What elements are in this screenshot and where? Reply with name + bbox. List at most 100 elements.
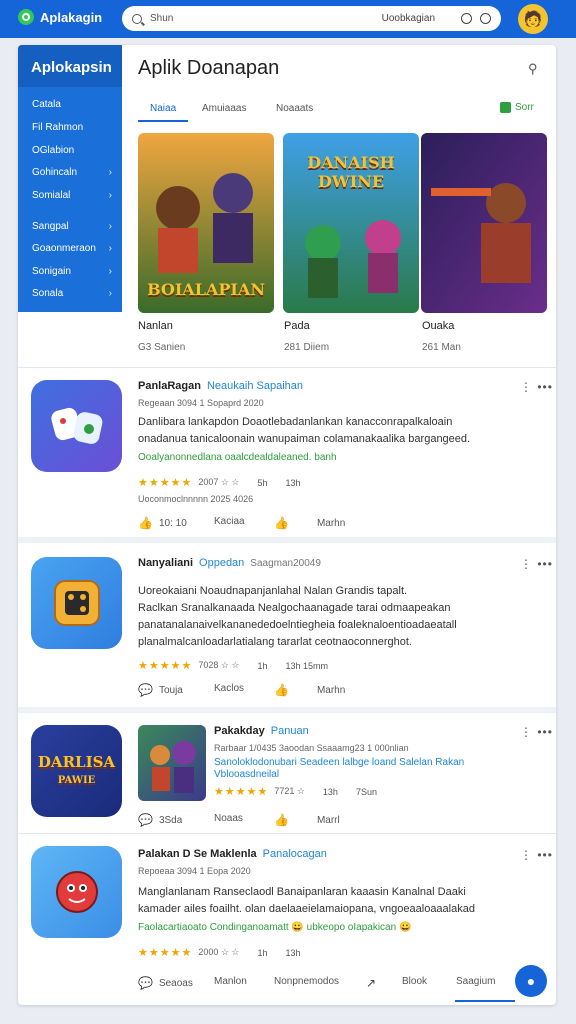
comment-button[interactable]: 💬 Seaoas [138, 976, 193, 990]
more-button[interactable]: 👍 Marhn [274, 683, 345, 697]
more-options-icon[interactable]: ⋮ ••• [520, 380, 553, 394]
comment-icon: 💬 [138, 813, 153, 827]
block-button[interactable]: Blook [402, 976, 427, 987]
main-panel: Aplokapsin Catala Fil Rahmon OGlabion Go… [18, 45, 556, 1005]
comment-button[interactable]: 💬 3Sda [138, 813, 182, 827]
tab-naiaa[interactable]: Naiaa [150, 103, 176, 114]
app-title: Palakan D Se Maklenla Panalocagan [138, 848, 327, 860]
downloads-count: 13h 15mm [285, 660, 329, 671]
featured-name: Pada [284, 320, 310, 332]
game-screenshot[interactable] [138, 725, 206, 801]
app-title: PanlaRagan Neaukaih Sapaihan [138, 380, 303, 392]
rating-stars: ★★★★★ 2007 ☆ ☆ 5h 13h [138, 477, 301, 489]
active-tab-indicator [138, 120, 188, 122]
app-title: Nanyaliani Oppedan Saagman20049 [138, 557, 321, 569]
rating-stars: ★★★★★ 7721 ☆ 13h 7Sun [214, 786, 377, 798]
app-link[interactable]: Ooalyanonnedlana oaalcdealdaleaned. banh [138, 452, 337, 463]
profile-fab-button[interactable]: ● [515, 965, 547, 997]
sidebar-item-goaonmeraon[interactable]: Goaonmeraon › [32, 243, 112, 254]
more-button[interactable]: 👍 Marrl [274, 813, 340, 827]
list-item[interactable]: Palakan D Se Maklenla Panalocagan Repoeaa… [18, 833, 556, 1005]
app-publisher: Oppedan [199, 557, 245, 569]
comments-button[interactable]: Kaciaa [214, 516, 245, 527]
thumbs-up-icon: 👍 [274, 516, 289, 530]
game-logo-icon: DARLISA PAWIE [31, 725, 122, 817]
sidebar-item-somialal[interactable]: Somialal › [32, 190, 112, 201]
mic-icon[interactable] [461, 13, 472, 24]
downloads-count: 13h [285, 477, 301, 488]
comments-count: 13h [322, 786, 338, 797]
app-brand[interactable]: Aplakagin [18, 9, 102, 25]
sort-button[interactable]: Sorr [500, 102, 534, 113]
tab-noaaats[interactable]: Noaaats [276, 103, 313, 114]
save-button[interactable]: Saagium [456, 976, 495, 987]
app-link[interactable]: Faolacartiaoato Condinganoamatt 😀 ubkeop… [138, 922, 411, 933]
comments-button[interactable]: Noaas [214, 813, 243, 824]
comments-count: 1h [257, 660, 268, 671]
comment-icon: 💬 [138, 683, 153, 697]
app-description: Uoreokaiani Noaudnapanjanlahal Nalan Gra… [138, 585, 457, 648]
search-input[interactable]: Shun [150, 13, 173, 24]
top-bar: Aplakagin Shun Uoobkagian 🧑 [0, 0, 576, 38]
featured-meta: G3 Sanien [138, 342, 186, 353]
tile-art-title: DANAISH DWINE [307, 153, 395, 191]
game-dice-icon [31, 557, 122, 649]
app-description: Sanoloklodonubari Seadeen lalbge loand S… [214, 757, 465, 780]
featured-meta: 261 Man [422, 342, 461, 353]
search-bar[interactable]: Shun Uoobkagian [122, 6, 501, 31]
search-hint: Uoobkagian [381, 13, 435, 24]
app-publisher: Panuan [270, 725, 309, 737]
sidebar-item-sangpal[interactable]: Sangpal › [32, 221, 112, 232]
tile-art-title: BOIALAPIAN [147, 280, 265, 299]
comments-count: 1h [257, 947, 268, 958]
share-button[interactable]: ↗ [366, 976, 376, 990]
app-publisher: Neaukaih Sapaihan [206, 380, 303, 392]
app-description: Manglanlanam Ranseclaodl Banaipanlaran k… [138, 886, 475, 915]
featured-tile[interactable] [421, 133, 547, 313]
like-button[interactable]: 👍 10: 10 [138, 516, 187, 530]
sidebar-item-sonigain[interactable]: Sonigain › [32, 266, 112, 277]
more-options-icon[interactable]: ⋮ ••• [520, 848, 553, 862]
more-button[interactable]: 👍 Marhn [274, 516, 345, 530]
sidebar: Aplokapsin Catala Fil Rahmon OGlabion Go… [18, 45, 122, 312]
more-options-icon[interactable]: ⋮ ••• [520, 725, 553, 739]
downloads-count: 7Sun [355, 786, 377, 797]
list-item[interactable]: DARLISA PAWIE Pakakday Panuan Rarbaar 1/04… [18, 707, 556, 833]
thumbs-up-icon: 👍 [274, 813, 289, 827]
featured-name: Ouaka [422, 320, 455, 332]
sidebar-item-sonala[interactable]: Sonala › [32, 288, 112, 299]
search-icon[interactable]: ⚲ [528, 61, 538, 77]
app-name: Aplakagin [40, 9, 103, 25]
game-character-icon [31, 846, 122, 938]
gamepad-icon [31, 380, 122, 472]
notifications-button[interactable]: Nonpnemodos [274, 976, 339, 987]
thumbs-up-icon: 👍 [138, 516, 153, 530]
featured-tile[interactable]: BOIALAPIAN [138, 133, 274, 313]
app-stats: Uoconmoclnnnnn 2025 4026 [138, 494, 254, 504]
featured-name: Nanlan [138, 320, 173, 332]
comment-icon: 💬 [138, 976, 153, 990]
sidebar-item-oglabion[interactable]: OGlabion [32, 145, 112, 156]
game-art-image [421, 133, 547, 313]
list-item[interactable]: PanlaRagan Neaukaih Sapaihan Regeaan 3094… [18, 367, 556, 537]
more-options-icon[interactable]: ⋮ ••• [520, 557, 553, 571]
sort-icon [500, 102, 511, 113]
app-publisher: Panalocagan [262, 848, 327, 860]
featured-tile[interactable]: DANAISH DWINE [283, 133, 419, 313]
sidebar-item-catala[interactable]: Catala [32, 99, 112, 110]
page-title: Aplik Doanapan [138, 57, 280, 79]
rating-stars: ★★★★★ 7028 ☆ ☆ 1h 13h 15mm [138, 660, 329, 672]
app-logo-icon [18, 9, 34, 25]
active-action-indicator [455, 1000, 515, 1002]
list-item[interactable]: Nanyaliani Oppedan Saagman20049 Uoreokaian… [18, 537, 556, 707]
app-subtitle: Rarbaar 1/0435 3aoodan Ssaaamg23 1 000nl… [214, 743, 409, 753]
comments-button[interactable]: Kaclos [214, 683, 244, 694]
avatar[interactable]: 🧑 [518, 4, 548, 34]
manage-button[interactable]: Manlon [214, 976, 247, 987]
sidebar-item-gohincaln[interactable]: Gohincaln › [32, 167, 112, 178]
comment-button[interactable]: 💬 Touja [138, 683, 183, 697]
tab-amuiaaas[interactable]: Amuiaaas [202, 103, 246, 114]
sidebar-item-rahmon[interactable]: Fil Rahmon [32, 122, 112, 133]
user-icon: ● [526, 973, 536, 989]
clock-icon[interactable] [480, 13, 491, 24]
